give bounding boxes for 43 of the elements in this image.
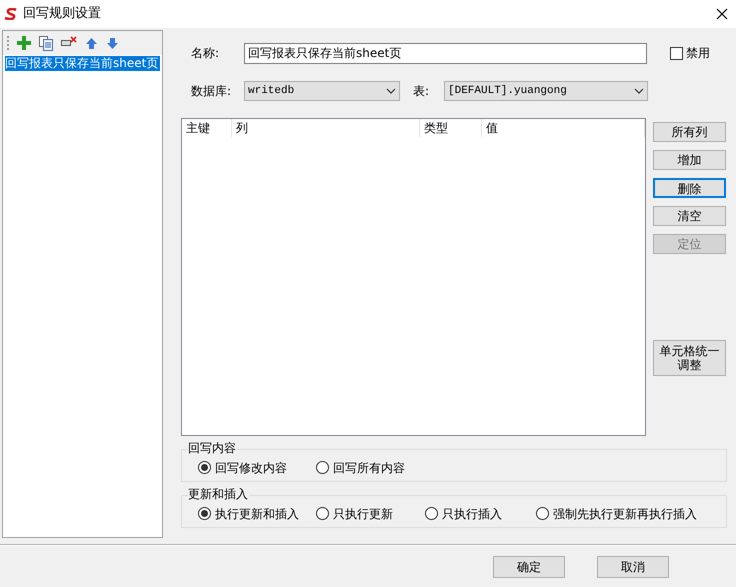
disable-checkbox[interactable] [670, 46, 683, 60]
database-label: 数据库: [191, 83, 232, 100]
window-title: 回写规则设置 [23, 5, 101, 24]
radio-button[interactable] [316, 461, 329, 474]
radio-button[interactable] [316, 507, 329, 520]
footer-button[interactable]: 取消 [597, 556, 669, 578]
column-header[interactable]: 主键 [182, 119, 232, 137]
rule-list-item[interactable]: 回写报表只保存当前sheet页 [5, 56, 160, 71]
arrow-down-icon[interactable] [106, 36, 119, 50]
side-button[interactable]: 所有列 [653, 122, 726, 142]
radio-button[interactable] [425, 507, 438, 520]
radio-button[interactable] [198, 507, 211, 520]
arrow-up-icon[interactable] [85, 36, 98, 50]
group-title: 回写内容 [188, 441, 237, 455]
table-select[interactable]: [DEFAULT].yuangong [444, 81, 648, 101]
close-icon[interactable] [716, 8, 728, 20]
database-select[interactable]: writedb [244, 81, 400, 101]
group-title: 更新和插入 [188, 487, 249, 501]
table-label: 表: [413, 83, 430, 100]
app-logo-icon [4, 8, 18, 20]
radio-option[interactable]: 只执行更新 [316, 504, 425, 522]
radio-option[interactable]: 执行更新和插入 [198, 504, 316, 522]
dropdown-caret-icon [634, 88, 644, 94]
name-label: 名称: [191, 45, 220, 62]
side-button[interactable]: 删除 [653, 178, 726, 198]
radio-option[interactable]: 回写所有内容 [316, 458, 434, 476]
radio-option[interactable]: 回写修改内容 [198, 458, 316, 476]
footer-button[interactable]: 确定 [493, 556, 565, 578]
radio-button[interactable] [536, 507, 549, 520]
name-input-field[interactable]: 回写报表只保存当前sheet页 [244, 42, 647, 64]
dropdown-caret-icon [386, 88, 396, 94]
side-button[interactable]: 增加 [653, 150, 726, 170]
add-icon[interactable] [17, 36, 31, 50]
unify-cells-button[interactable]: 单元格统一调整 [653, 340, 726, 376]
column-header[interactable]: 值 [482, 119, 645, 137]
radio-option[interactable]: 强制先执行更新再执行插入 [536, 504, 706, 522]
disable-label: 禁用 [686, 45, 710, 62]
radio-button[interactable] [198, 461, 211, 474]
radio-option[interactable]: 只执行插入 [425, 504, 536, 522]
column-header[interactable]: 类型 [420, 119, 482, 137]
side-button[interactable]: 清空 [653, 206, 726, 226]
copy-icon[interactable] [39, 36, 53, 50]
column-header[interactable]: 列 [232, 119, 420, 137]
